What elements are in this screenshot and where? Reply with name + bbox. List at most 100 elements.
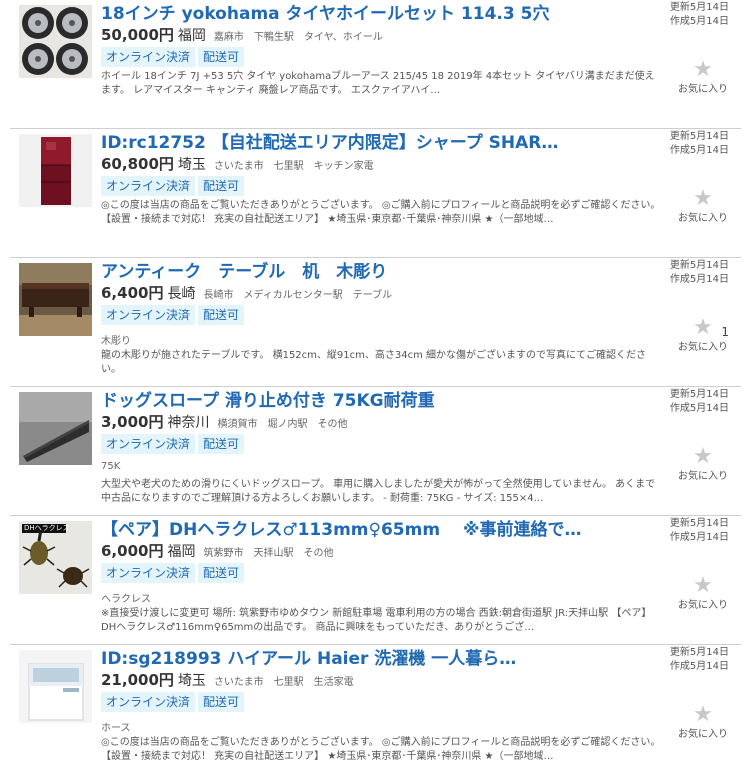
item-price: 50,000円 xyxy=(101,26,174,44)
list-item[interactable]: ID:sg218993 ハイアール Haier 洗濯機 一人暮ら… 21,000… xyxy=(10,645,741,774)
star-icon[interactable]: ★ xyxy=(693,446,713,468)
item-prefecture: 埼玉 xyxy=(177,673,206,689)
item-prefecture: 埼玉 xyxy=(177,157,206,173)
online-payment-badge: オンライン決済 xyxy=(101,176,196,196)
star-icon[interactable]: ★ xyxy=(693,188,713,210)
list-item[interactable]: DHヘラクレス 【ペア】DHヘラクレス♂113mm♀65mm ※事前連絡で… 6… xyxy=(10,516,741,645)
item-tag: 75K xyxy=(101,461,121,472)
item-price: 6,400円 xyxy=(101,284,164,302)
price-row: 6,000円 福岡 筑紫野市 天拝山駅 その他 xyxy=(101,541,333,564)
slope-photo[interactable] xyxy=(19,392,92,465)
item-location: さいたま市 七里駅 キッチン家電 xyxy=(213,161,374,172)
list-item[interactable]: ドッグスロープ 滑り止め付き 75KG耐荷重 3,000円 神奈川 横須賀市 堀ノ内… xyxy=(10,387,741,516)
favorite-button[interactable]: ★ お気に入り xyxy=(675,446,731,483)
price-row: 3,000円 神奈川 横須賀市 堀ノ内駅 その他 xyxy=(101,412,347,435)
badge-group: オンライン決済 配送可 xyxy=(101,175,247,196)
favorite-label: お気に入り xyxy=(678,84,728,95)
item-title[interactable]: ドッグスロープ 滑り止め付き 75KG耐荷重 xyxy=(101,390,661,412)
favorite-button[interactable]: ★ お気に入り xyxy=(675,575,731,612)
star-icon[interactable]: ★ xyxy=(693,59,713,81)
online-payment-badge: オンライン決済 xyxy=(101,47,196,67)
item-prefecture: 神奈川 xyxy=(167,415,210,431)
favorite-count: 1 xyxy=(721,325,729,339)
item-location: 嘉麻市 下鴨生駅 タイヤ、ホイール xyxy=(213,32,383,43)
created-date: 作成5月14日 xyxy=(669,16,729,27)
price-row: 50,000円 福岡 嘉麻市 下鴨生駅 タイヤ、ホイール xyxy=(101,25,383,48)
created-date: 作成5月14日 xyxy=(669,532,729,543)
price-row: 21,000円 埼玉 さいたま市 七里駅 生活家電 xyxy=(101,670,354,693)
created-date: 作成5月14日 xyxy=(669,403,729,414)
item-location: 筑紫野市 天拝山駅 その他 xyxy=(203,548,334,559)
online-payment-badge: オンライン決済 xyxy=(101,305,196,325)
online-payment-badge: オンライン決済 xyxy=(101,563,196,583)
item-title[interactable]: ID:rc12752 【自社配送エリア内限定】シャープ SHAR… xyxy=(101,132,661,154)
star-icon[interactable]: ★ xyxy=(693,317,713,339)
badge-group: オンライン決済 配送可 xyxy=(101,562,247,583)
online-payment-badge: オンライン決済 xyxy=(101,692,196,712)
table-photo[interactable] xyxy=(19,263,92,336)
item-description: ◎この度は当店の商品をご覧いただきありがとうございます。 ◎ご購入前にプロフィー… xyxy=(101,737,661,762)
item-dates: 更新5月14日 作成5月14日 xyxy=(670,388,729,416)
item-title[interactable]: 【ペア】DHヘラクレス♂113mm♀65mm ※事前連絡で… xyxy=(101,519,661,541)
item-description: ◎この度は当店の商品をご覧いただきありがとうございます。 ◎ご購入前にプロフィー… xyxy=(101,200,661,225)
item-description: 龍の木彫りが施されたテーブルです。 横152cm、縦91cm、高さ34cm 細か… xyxy=(101,350,647,375)
item-price: 21,000円 xyxy=(101,671,174,689)
favorite-label: お気に入り xyxy=(678,600,728,611)
favorite-button[interactable]: ★ 1 お気に入り xyxy=(675,317,731,354)
online-payment-badge: オンライン決済 xyxy=(101,434,196,454)
created-date: 作成5月14日 xyxy=(669,274,729,285)
item-title[interactable]: アンティーク テーブル 机 木彫り xyxy=(101,261,661,283)
delivery-badge: 配送可 xyxy=(198,47,245,67)
item-dates: 更新5月14日 作成5月14日 xyxy=(670,130,729,158)
favorite-label: お気に入り xyxy=(678,342,728,353)
item-dates: 更新5月14日 作成5月14日 xyxy=(670,646,729,674)
price-row: 6,400円 長崎 長崎市 メディカルセンター駅 テーブル xyxy=(101,283,392,306)
updated-date: 更新5月14日 xyxy=(669,260,729,271)
item-tag: 木彫り xyxy=(101,336,131,347)
favorite-button[interactable]: ★ お気に入り xyxy=(675,704,731,741)
created-date: 作成5月14日 xyxy=(669,661,729,672)
favorite-label: お気に入り xyxy=(678,729,728,740)
favorite-button[interactable]: ★ お気に入り xyxy=(675,59,731,96)
item-dates: 更新5月14日 作成5月14日 xyxy=(670,259,729,287)
updated-date: 更新5月14日 xyxy=(669,2,729,13)
item-prefecture: 福岡 xyxy=(167,544,196,560)
list-item[interactable]: アンティーク テーブル 机 木彫り 6,400円 長崎 長崎市 メディカルセンター駅… xyxy=(10,258,741,387)
item-title[interactable]: ID:sg218993 ハイアール Haier 洗濯機 一人暮ら… xyxy=(101,648,661,670)
delivery-badge: 配送可 xyxy=(198,305,245,325)
listing-list: 18インチ yokohama タイヤホイールセット 114.3 5穴 50,00… xyxy=(0,0,747,774)
item-tag: ホース xyxy=(101,723,131,734)
fridge-photo[interactable] xyxy=(19,134,92,207)
price-row: 60,800円 埼玉 さいたま市 七里駅 キッチン家電 xyxy=(101,154,374,177)
badge-group: オンライン決済 配送可 xyxy=(101,691,247,712)
updated-date: 更新5月14日 xyxy=(669,131,729,142)
favorite-label: お気に入り xyxy=(678,213,728,224)
delivery-badge: 配送可 xyxy=(198,563,245,583)
wheels-photo[interactable] xyxy=(19,5,92,78)
item-tag: ヘラクレス xyxy=(101,594,151,605)
updated-date: 更新5月14日 xyxy=(669,389,729,400)
item-title[interactable]: 18インチ yokohama タイヤホイールセット 114.3 5穴 xyxy=(101,3,661,25)
washer-photo[interactable] xyxy=(19,650,92,723)
image-caption: DHヘラクレス xyxy=(24,524,70,532)
created-date: 作成5月14日 xyxy=(669,145,729,156)
item-description: ホイール 18インチ 7J +53 5穴 タイヤ yokohamaブルーアース … xyxy=(101,71,655,96)
updated-date: 更新5月14日 xyxy=(669,518,729,529)
item-price: 6,000円 xyxy=(101,542,164,560)
favorite-label: お気に入り xyxy=(678,471,728,482)
item-price: 60,800円 xyxy=(101,155,174,173)
delivery-badge: 配送可 xyxy=(198,176,245,196)
delivery-badge: 配送可 xyxy=(198,692,245,712)
list-item[interactable]: ID:rc12752 【自社配送エリア内限定】シャープ SHAR… 60,800… xyxy=(10,129,741,258)
star-icon[interactable]: ★ xyxy=(693,704,713,726)
item-location: 長崎市 メディカルセンター駅 テーブル xyxy=(203,290,393,301)
favorite-button[interactable]: ★ お気に入り xyxy=(675,188,731,225)
item-description: 大型犬や老犬のための滑りにくいドッグスロープ。 車用に購入しましたが愛犬が怖がっ… xyxy=(101,479,656,504)
list-item[interactable]: 18インチ yokohama タイヤホイールセット 114.3 5穴 50,00… xyxy=(10,0,741,129)
item-dates: 更新5月14日 作成5月14日 xyxy=(670,1,729,29)
item-location: さいたま市 七里駅 生活家電 xyxy=(213,677,354,688)
star-icon[interactable]: ★ xyxy=(693,575,713,597)
beetle-photo[interactable]: DHヘラクレス xyxy=(19,521,92,594)
item-description: ※直接受け渡しに変更可 場所: 筑紫野市ゆめタウン 新館駐車場 電車利用の方の場… xyxy=(101,608,652,633)
item-price: 3,000円 xyxy=(101,413,164,431)
